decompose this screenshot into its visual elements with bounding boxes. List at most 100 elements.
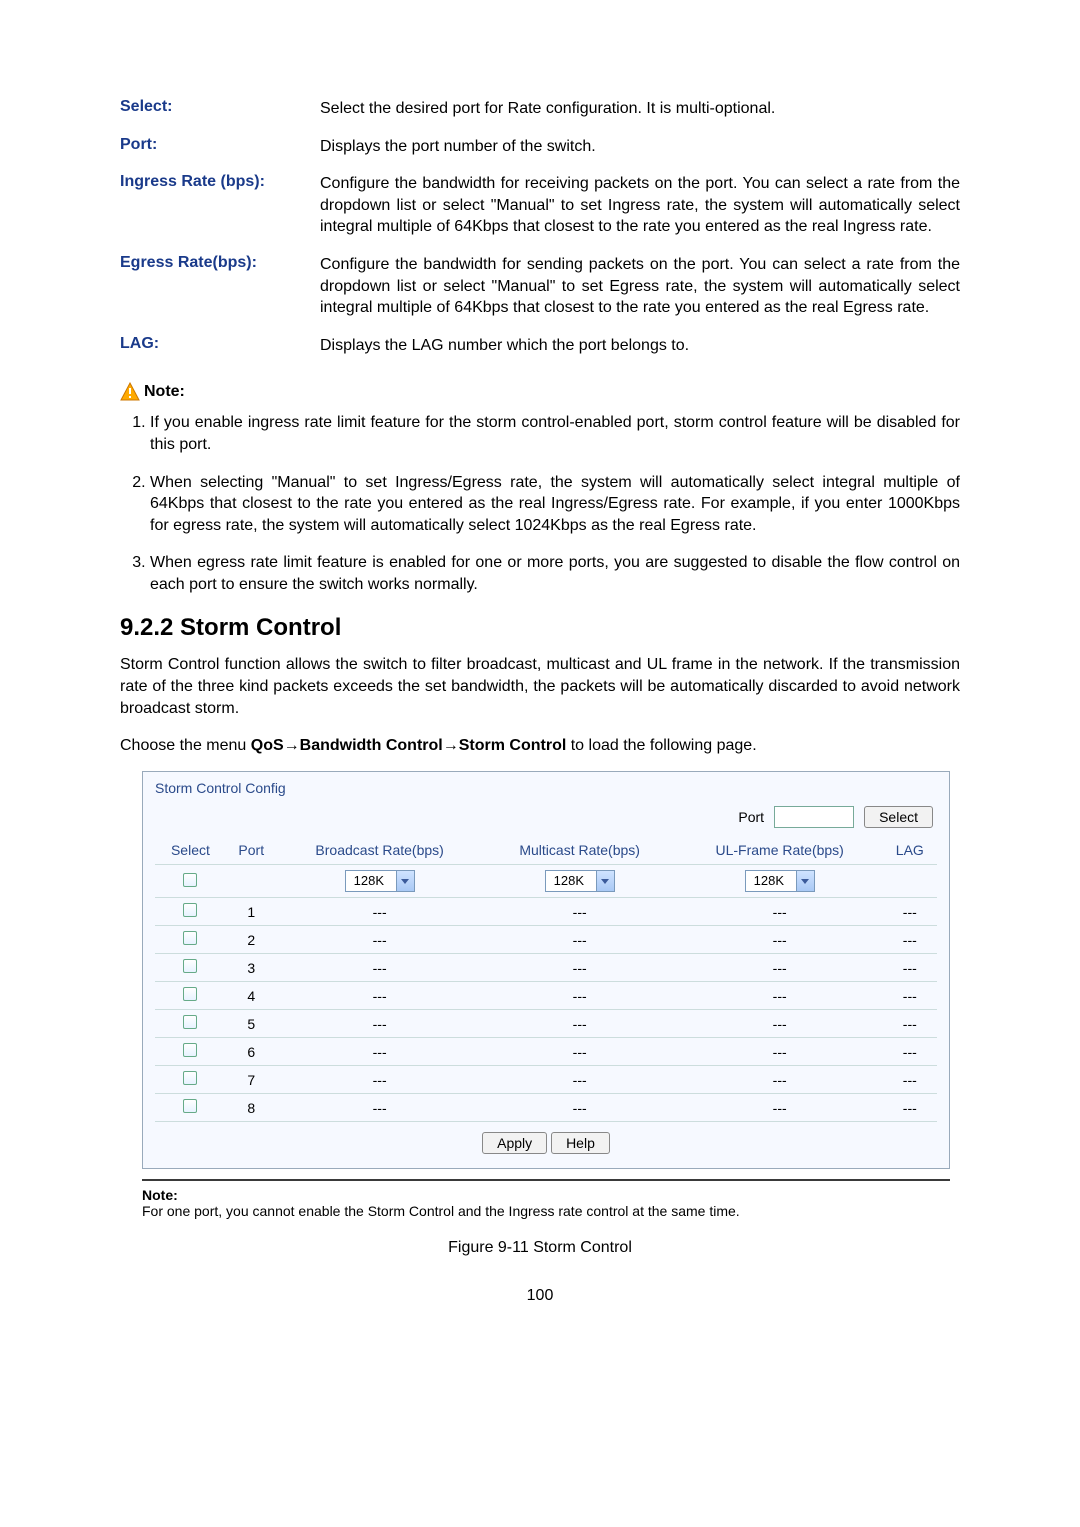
cell-broadcast: --- bbox=[277, 898, 483, 926]
cell-ulframe: --- bbox=[677, 926, 883, 954]
definition-description: Select the desired port for Rate configu… bbox=[320, 90, 960, 128]
col-ulframe: UL-Frame Rate(bps) bbox=[677, 836, 883, 865]
cell-ulframe: --- bbox=[677, 1094, 883, 1122]
cell-lag: --- bbox=[883, 1010, 937, 1038]
col-multicast: Multicast Rate(bps) bbox=[483, 836, 677, 865]
cell-broadcast: --- bbox=[277, 926, 483, 954]
storm-control-table: Select Port Broadcast Rate(bps) Multicas… bbox=[155, 836, 937, 1122]
row-checkbox[interactable] bbox=[183, 1071, 197, 1085]
cell-broadcast: --- bbox=[277, 1038, 483, 1066]
note-item: If you enable ingress rate limit feature… bbox=[150, 412, 960, 455]
cell-ulframe: --- bbox=[677, 1066, 883, 1094]
panel-note-text: For one port, you cannot enable the Stor… bbox=[142, 1203, 740, 1219]
col-lag: LAG bbox=[883, 836, 937, 865]
table-row: 4------------ bbox=[155, 982, 937, 1010]
cell-broadcast: --- bbox=[277, 982, 483, 1010]
col-broadcast: Broadcast Rate(bps) bbox=[277, 836, 483, 865]
page-number: 100 bbox=[120, 1287, 960, 1305]
definition-row: Egress Rate(bps):Configure the bandwidth… bbox=[120, 246, 960, 327]
row-checkbox[interactable] bbox=[183, 987, 197, 1001]
table-row: 2------------ bbox=[155, 926, 937, 954]
select-all-checkbox[interactable] bbox=[183, 873, 197, 887]
cell-broadcast: --- bbox=[277, 1094, 483, 1122]
port-input[interactable] bbox=[774, 806, 854, 828]
definition-description: Configure the bandwidth for sending pack… bbox=[320, 246, 960, 327]
arrow-1: → bbox=[284, 737, 300, 754]
cell-multicast: --- bbox=[483, 1038, 677, 1066]
row-checkbox[interactable] bbox=[183, 1015, 197, 1029]
help-button[interactable]: Help bbox=[551, 1132, 610, 1154]
definition-term: Egress Rate(bps): bbox=[120, 246, 320, 327]
port-label: Port bbox=[738, 809, 764, 825]
menu-storm: Storm Control bbox=[459, 737, 567, 754]
definition-description: Displays the port number of the switch. bbox=[320, 128, 960, 166]
cell-multicast: --- bbox=[483, 954, 677, 982]
multicast-rate-dropdown[interactable]: 128K bbox=[545, 870, 615, 892]
ulframe-rate-dropdown[interactable]: 128K bbox=[745, 870, 815, 892]
row-checkbox[interactable] bbox=[183, 931, 197, 945]
dropdown-value: 128K bbox=[346, 871, 396, 891]
table-row: 8------------ bbox=[155, 1094, 937, 1122]
note-item: When egress rate limit feature is enable… bbox=[150, 552, 960, 595]
cell-multicast: --- bbox=[483, 1066, 677, 1094]
figure-caption: Figure 9-11 Storm Control bbox=[120, 1239, 960, 1257]
definition-term: Port: bbox=[120, 128, 320, 166]
table-row: 3------------ bbox=[155, 954, 937, 982]
arrow-2: → bbox=[443, 737, 459, 754]
cell-broadcast: --- bbox=[277, 1066, 483, 1094]
warning-icon bbox=[120, 382, 140, 402]
section-paragraph-1: Storm Control function allows the switch… bbox=[120, 654, 960, 721]
cell-lag: --- bbox=[883, 1066, 937, 1094]
definition-row: Ingress Rate (bps):Configure the bandwid… bbox=[120, 165, 960, 246]
menu-qos: QoS bbox=[251, 737, 284, 754]
definition-description: Configure the bandwidth for receiving pa… bbox=[320, 165, 960, 246]
table-row: 7------------ bbox=[155, 1066, 937, 1094]
broadcast-rate-dropdown[interactable]: 128K bbox=[345, 870, 415, 892]
chevron-down-icon bbox=[796, 871, 814, 891]
cell-lag: --- bbox=[883, 1094, 937, 1122]
panel-title: Storm Control Config bbox=[155, 780, 937, 796]
cell-lag: --- bbox=[883, 898, 937, 926]
row-checkbox[interactable] bbox=[183, 903, 197, 917]
cell-broadcast: --- bbox=[277, 954, 483, 982]
chevron-down-icon bbox=[596, 871, 614, 891]
cell-multicast: --- bbox=[483, 1010, 677, 1038]
definition-row: Port:Displays the port number of the swi… bbox=[120, 128, 960, 166]
col-port: Port bbox=[226, 836, 277, 865]
cell-multicast: --- bbox=[483, 1094, 677, 1122]
cell-ulframe: --- bbox=[677, 898, 883, 926]
definition-term: Select: bbox=[120, 90, 320, 128]
dropdown-row: 128K 128K 128K bbox=[155, 865, 937, 898]
definition-list: Select:Select the desired port for Rate … bbox=[120, 90, 960, 364]
cell-port: 3 bbox=[226, 954, 277, 982]
row-checkbox[interactable] bbox=[183, 1043, 197, 1057]
cell-lag: --- bbox=[883, 982, 937, 1010]
row-checkbox[interactable] bbox=[183, 1099, 197, 1113]
apply-button[interactable]: Apply bbox=[482, 1132, 547, 1154]
row-checkbox[interactable] bbox=[183, 959, 197, 973]
definition-row: Select:Select the desired port for Rate … bbox=[120, 90, 960, 128]
cell-ulframe: --- bbox=[677, 954, 883, 982]
dropdown-value: 128K bbox=[546, 871, 596, 891]
text-post: to load the following page. bbox=[566, 737, 756, 754]
cell-port: 6 bbox=[226, 1038, 277, 1066]
port-select-row: Port Select bbox=[155, 802, 937, 836]
panel-note-label: Note: bbox=[142, 1187, 178, 1203]
definition-description: Displays the LAG number which the port b… bbox=[320, 327, 960, 365]
cell-port: 4 bbox=[226, 982, 277, 1010]
select-button[interactable]: Select bbox=[864, 806, 933, 828]
col-select: Select bbox=[155, 836, 226, 865]
cell-multicast: --- bbox=[483, 982, 677, 1010]
definition-row: LAG:Displays the LAG number which the po… bbox=[120, 327, 960, 365]
cell-port: 2 bbox=[226, 926, 277, 954]
menu-bandwidth: Bandwidth Control bbox=[300, 737, 443, 754]
chevron-down-icon bbox=[396, 871, 414, 891]
definition-term: LAG: bbox=[120, 327, 320, 365]
cell-ulframe: --- bbox=[677, 982, 883, 1010]
cell-port: 8 bbox=[226, 1094, 277, 1122]
button-row: Apply Help bbox=[155, 1132, 937, 1154]
table-row: 6------------ bbox=[155, 1038, 937, 1066]
panel-note: Note: For one port, you cannot enable th… bbox=[142, 1179, 950, 1219]
storm-control-panel: Storm Control Config Port Select Select … bbox=[142, 771, 950, 1169]
cell-port: 7 bbox=[226, 1066, 277, 1094]
